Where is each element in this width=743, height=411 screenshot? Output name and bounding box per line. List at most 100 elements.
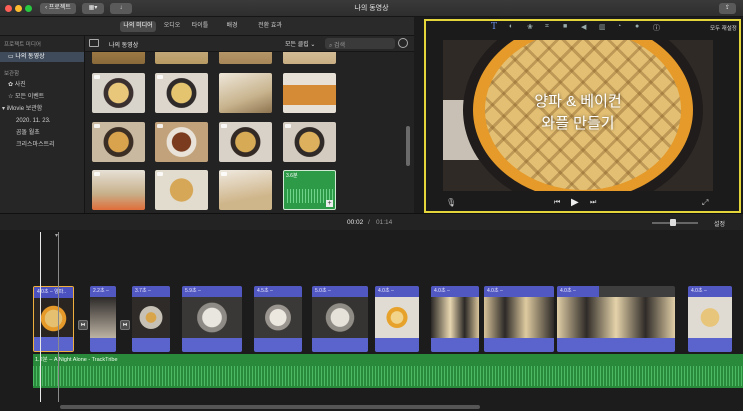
media-thumbnail[interactable] [155,122,208,162]
clip-footer [375,338,419,352]
sidebar-event-1[interactable]: 2020. 11. 23. [16,116,51,126]
timeline-clip[interactable]: 5.0초 – [312,286,368,352]
sidebar-item-project[interactable]: ▭ 나의 동영상 [0,52,84,62]
clip-label: 4.0초 – [375,286,419,297]
audio-track[interactable]: 1.2분 – A Night Alone - TrackTribe [33,354,743,388]
clip-footer [312,338,368,352]
minimize-window-button[interactable] [15,5,22,12]
media-thumbnail[interactable] [155,73,208,113]
timeline-clip[interactable]: 4.0초 – [557,286,675,352]
play-icon[interactable]: ▶ [571,197,579,208]
timeline-clip[interactable]: 4.0초 – [688,286,732,352]
sidebar-item-imovie-library[interactable]: ▾ iMovie 보관함 [2,104,42,114]
media-thumbnail[interactable] [92,170,145,210]
clip-footer [557,338,675,352]
transition-icon[interactable]: ⧓ [120,320,130,330]
timeline-scrollbar[interactable] [60,405,480,409]
speed-icon[interactable]: ◔ [617,23,621,30]
sidebar-item-all-events[interactable]: ☆ 모든 이벤트 [8,92,44,102]
filter-icon[interactable]: ● [635,23,639,30]
skip-back-icon[interactable]: ⏮ [554,199,560,207]
clip-thumbnail [431,297,479,338]
media-import-button[interactable]: ▦▾ [82,3,104,14]
clip-footer [688,338,732,352]
media-thumbnail[interactable] [219,170,272,210]
media-thumbnail[interactable] [283,73,336,113]
color-correction-icon[interactable]: ❀ [527,23,533,31]
media-thumbnail[interactable] [219,73,272,113]
timeline-clip[interactable]: 2.2초 – [90,286,116,352]
media-thumbnail[interactable] [155,52,208,64]
media-thumbnail[interactable] [219,52,272,64]
download-button[interactable]: ↓ [110,3,132,14]
timeline-settings-button[interactable]: 설정 [714,219,725,228]
clip-label: 4.0초 – [484,286,554,297]
close-window-button[interactable] [5,5,12,12]
tab-transitions[interactable]: 전환 효과 [254,21,286,32]
clip-footer [254,338,302,352]
volume-icon[interactable]: ◀ [581,23,586,31]
timeline-clip[interactable]: 5.9초 – [182,286,242,352]
equalizer-icon[interactable]: ▥ [599,23,606,31]
timeline-clip[interactable]: 4.0초 – [431,286,479,352]
media-thumbnail[interactable] [283,52,336,64]
title-bar: ‹ 프로젝트 ▦▾ ↓ 나의 동영상 ⇪ [0,0,743,17]
camera-icon [94,124,100,128]
window-title: 나의 동영상 [354,5,389,12]
audio-thumbnail[interactable]: 3.6분 + [283,170,336,210]
fullscreen-icon[interactable]: ⤢ [702,198,708,208]
media-thumbnail[interactable] [92,52,145,64]
sidebar-event-3[interactable]: 크리스마스트리 [16,140,55,150]
clip-footer [182,338,242,352]
title-tool-icon[interactable]: T [491,22,497,32]
timeline-clip[interactable]: 4.0초 – [484,286,554,352]
video-preview: 양파 & 베이컨 와플 만들기 [443,40,713,191]
adjust-toolbar: T ◐ ❀ ⌗ ■ ◀ ▥ ◔ ● ⓘ [481,22,671,33]
clip-footer [132,338,170,352]
stabilize-icon[interactable]: ■ [563,23,567,30]
zoom-window-button[interactable] [25,5,32,12]
clip-footer [484,338,554,352]
viewer-panel: T ◐ ❀ ⌗ ■ ◀ ▥ ◔ ● ⓘ 모두 재설정 양파 & 베이컨 와플 만… [414,17,743,213]
media-thumbnail[interactable] [92,122,145,162]
reset-all-button[interactable]: 모두 재설정 [710,24,737,32]
zoom-slider-knob[interactable] [669,219,676,226]
crop-icon[interactable]: ⌗ [545,23,549,31]
sidebar-event-2[interactable]: 곰돌 월초 [16,128,40,138]
sidebar-item-photos[interactable]: ✿ 사진 [8,80,26,90]
back-to-projects-button[interactable]: ‹ 프로젝트 [40,3,76,14]
camera-icon [221,124,227,128]
share-icon: ⇪ [724,5,731,11]
playhead[interactable] [40,232,41,402]
transition-icon[interactable]: ⧓ [78,320,88,330]
browser-scrollbar[interactable] [406,126,410,166]
media-thumbnail[interactable] [219,122,272,162]
microphone-icon[interactable]: 🎙 [446,198,456,207]
camera-icon [94,75,100,79]
timeline-clip[interactable]: 3.7초 – [132,286,170,352]
clip-thumbnail [557,297,675,338]
sidebar-toggle-icon[interactable] [89,39,99,47]
add-clip-button[interactable]: + [326,200,333,207]
skip-forward-icon[interactable]: ⏭ [590,199,596,207]
share-button[interactable]: ⇪ [719,3,736,14]
media-thumbnail[interactable] [92,73,145,113]
timeline-clip[interactable]: 4.0초 – [375,286,419,352]
media-thumbnail[interactable] [283,122,336,162]
timeline-clip[interactable]: 4.5초 – [254,286,302,352]
media-thumbnail[interactable] [155,170,208,210]
tab-backgrounds[interactable]: 배경 [220,21,244,32]
clip-filter-select[interactable]: 모든 클립 ⌄ [285,39,315,48]
tab-audio[interactable]: 오디오 [160,21,184,32]
gear-icon[interactable] [398,38,408,48]
clip-footer [431,338,479,352]
tab-titles[interactable]: 타이틀 [188,21,212,32]
search-field[interactable]: ⌕ 검색 [325,38,395,49]
overlay-title-line1: 양파 & 베이컨 [534,93,622,110]
library-heading: 보관함 [4,71,20,77]
libraries-sidebar: 프로젝트 미디어 ▭ 나의 동영상 보관함 ✿ 사진 ☆ 모든 이벤트 ▾ iM… [0,36,85,213]
tab-my-media[interactable]: 나의 미디어 [120,21,156,32]
photos-icon: ✿ [8,82,15,88]
color-balance-icon[interactable]: ◐ [509,23,513,30]
info-icon[interactable]: ⓘ [653,23,660,33]
